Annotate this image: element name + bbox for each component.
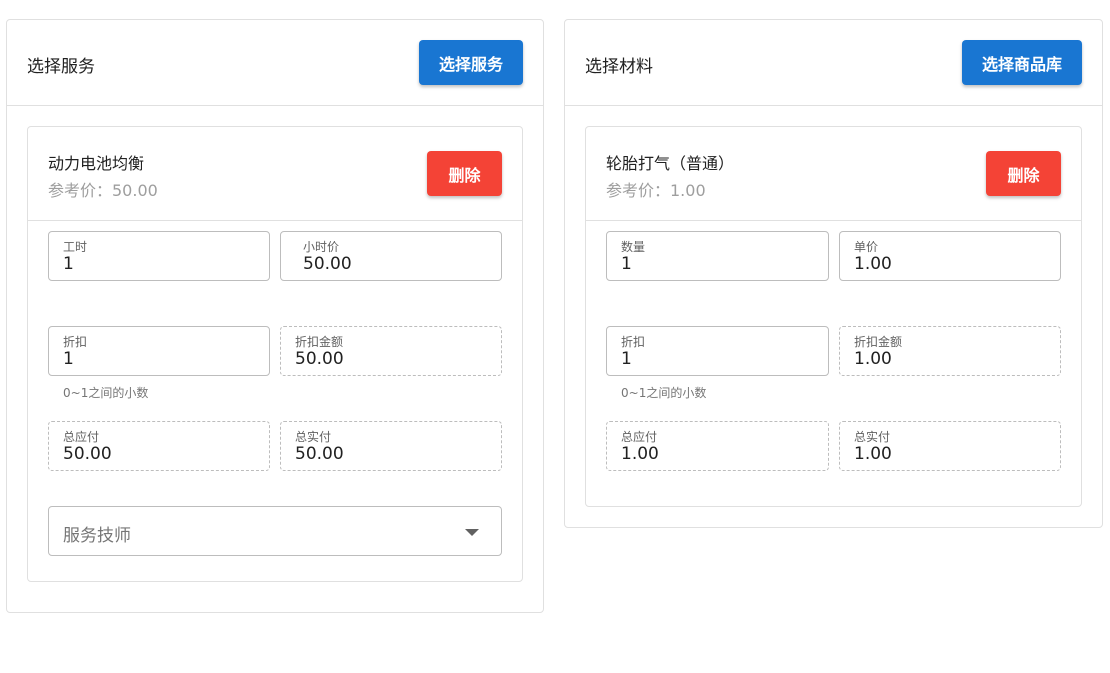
unit-price-field[interactable]: 单价 1.00 [839,231,1061,281]
service-discount-amount-field: 折扣金额 50.00 [280,326,502,376]
service-discount-amount-label: 折扣金额 [295,335,344,349]
service-panel: 选择服务 选择服务 动力电池均衡 参考价：50.00 删除 工时 1 小时价 5… [6,19,544,613]
service-discount-hint: 0~1之间的小数 [63,386,149,400]
hours-value: 1 [63,254,74,274]
delete-material-button[interactable]: 删除 [986,151,1061,196]
select-service-button[interactable]: 选择服务 [418,40,523,85]
material-item-header: 轮胎打气（普通） 参考价：1.00 删除 [586,127,1081,221]
service-item-header: 动力电池均衡 参考价：50.00 删除 [28,127,522,221]
service-item-name: 动力电池均衡 [48,154,145,173]
material-item-card: 轮胎打气（普通） 参考价：1.00 删除 数量 1 单价 1.00 折扣 1 0… [585,126,1082,507]
hours-field[interactable]: 工时 1 [48,231,270,281]
service-discount-value: 1 [63,349,74,369]
hourly-price-field[interactable]: 小时价 50.00 [280,231,502,281]
material-discount-label: 折扣 [621,335,646,349]
material-panel: 选择材料 选择商品库 轮胎打气（普通） 参考价：1.00 删除 数量 1 单价 … [564,19,1103,528]
caret-down-icon[interactable] [465,529,479,536]
material-total-payable-value: 1.00 [621,444,659,464]
quantity-value: 1 [621,254,632,274]
material-item-name: 轮胎打气（普通） [606,154,735,173]
service-panel-title: 选择服务 [27,57,95,77]
service-total-payable-field: 总应付 50.00 [48,421,270,471]
service-total-payable-label: 总应付 [63,430,100,444]
material-item-reference-price: 参考价：1.00 [606,181,706,200]
material-panel-title: 选择材料 [585,57,653,77]
select-product-library-button[interactable]: 选择商品库 [961,40,1082,85]
material-total-paid-field: 总实付 1.00 [839,421,1061,471]
material-discount-amount-field: 折扣金额 1.00 [839,326,1061,376]
hourly-price-value: 50.00 [303,254,352,274]
material-total-paid-label: 总实付 [854,430,891,444]
hours-label: 工时 [63,240,88,254]
service-total-paid-field: 总实付 50.00 [280,421,502,471]
unit-price-value: 1.00 [854,254,892,274]
quantity-field[interactable]: 数量 1 [606,231,829,281]
service-discount-amount-value: 50.00 [295,349,344,369]
service-item-card: 动力电池均衡 参考价：50.00 删除 工时 1 小时价 50.00 折扣 1 … [27,126,523,582]
technician-select[interactable]: 服务技师 [48,506,502,556]
material-total-payable-label: 总应付 [621,430,658,444]
unit-price-label: 单价 [854,240,879,254]
technician-placeholder: 服务技师 [63,526,131,546]
hourly-price-label: 小时价 [303,240,340,254]
material-discount-field[interactable]: 折扣 1 [606,326,829,376]
service-discount-field[interactable]: 折扣 1 [48,326,270,376]
material-total-paid-value: 1.00 [854,444,892,464]
service-panel-header: 选择服务 选择服务 [7,20,543,106]
material-total-payable-field: 总应付 1.00 [606,421,829,471]
material-discount-hint: 0~1之间的小数 [621,386,707,400]
material-discount-amount-label: 折扣金额 [854,335,903,349]
quantity-label: 数量 [621,240,646,254]
service-total-paid-label: 总实付 [295,430,332,444]
service-total-payable-value: 50.00 [63,444,112,464]
material-discount-amount-value: 1.00 [854,349,892,369]
service-total-paid-value: 50.00 [295,444,344,464]
delete-service-button[interactable]: 删除 [427,151,502,196]
material-panel-header: 选择材料 选择商品库 [565,20,1102,106]
material-discount-value: 1 [621,349,632,369]
service-discount-label: 折扣 [63,335,88,349]
service-item-reference-price: 参考价：50.00 [48,181,158,200]
